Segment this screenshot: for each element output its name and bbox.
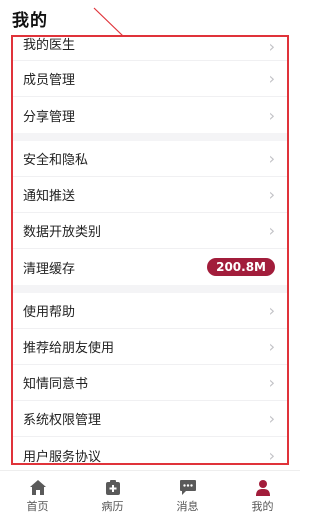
group-divider — [13, 285, 287, 293]
tab-home[interactable]: 首页 — [0, 478, 75, 514]
menu-item-label: 知情同意书 — [23, 377, 89, 392]
menu-item-share-management[interactable]: 分享管理 › — [13, 97, 287, 133]
menu-item-label: 用户服务协议 — [23, 449, 102, 465]
chevron-right-icon: › — [268, 185, 275, 204]
menu-item-label: 清理缓存 — [23, 261, 76, 277]
tab-messages[interactable]: 消息 — [150, 478, 225, 514]
chevron-right-icon: › — [268, 149, 275, 168]
menu-item-system-permissions[interactable]: 系统权限管理 › — [13, 401, 287, 437]
tab-label: 病历 — [101, 500, 124, 513]
tab-label: 我的 — [251, 500, 274, 513]
menu-item-my-doctor[interactable]: 我的医生 › — [13, 37, 287, 61]
menu-item-label: 通知推送 — [23, 189, 76, 204]
menu-group-help: 使用帮助 › 推荐给朋友使用 › 知情同意书 › 系统权限管理 › 用户服务协议… — [13, 293, 287, 465]
chevron-right-icon: › — [268, 221, 275, 240]
cache-size-badge: 200.8M — [207, 258, 275, 276]
chevron-right-icon: › — [268, 409, 275, 428]
home-icon — [29, 478, 47, 496]
tab-label: 消息 — [176, 500, 199, 513]
bottom-tab-bar: 首页 病历 消息 我的 — [0, 470, 300, 521]
menu-item-label: 安全和隐私 — [23, 153, 89, 168]
chevron-right-icon: › — [268, 301, 275, 320]
menu-item-label: 使用帮助 — [23, 305, 76, 320]
menu-item-clear-cache[interactable]: 清理缓存 200.8M — [13, 249, 287, 285]
menu-item-user-agreement[interactable]: 用户服务协议 › — [13, 437, 287, 465]
menu-item-label: 数据开放类别 — [23, 225, 102, 240]
menu-item-label: 成员管理 — [23, 73, 76, 88]
menu-item-label: 系统权限管理 — [23, 413, 102, 428]
message-icon — [179, 478, 197, 496]
tab-label: 首页 — [26, 500, 49, 513]
chevron-right-icon: › — [268, 373, 275, 392]
medical-record-icon — [105, 478, 121, 496]
tab-mine[interactable]: 我的 — [225, 478, 300, 514]
menu-item-help[interactable]: 使用帮助 › — [13, 293, 287, 329]
menu-item-label: 推荐给朋友使用 — [23, 341, 115, 356]
menu-item-informed-consent[interactable]: 知情同意书 › — [13, 365, 287, 401]
menu-item-recommend-friends[interactable]: 推荐给朋友使用 › — [13, 329, 287, 365]
chevron-right-icon: › — [268, 337, 275, 356]
menu-item-member-management[interactable]: 成员管理 › — [13, 61, 287, 97]
chevron-right-icon: › — [268, 445, 275, 465]
menu-item-data-open-categories[interactable]: 数据开放类别 › — [13, 213, 287, 249]
menu-group-privacy: 安全和隐私 › 通知推送 › 数据开放类别 › 清理缓存 200.8M — [13, 141, 287, 285]
tab-medical-record[interactable]: 病历 — [75, 478, 150, 514]
group-divider — [13, 133, 287, 141]
chevron-right-icon: › — [268, 69, 275, 88]
menu-item-label: 我的医生 — [23, 38, 76, 53]
settings-menu-highlight-frame: 我的医生 › 成员管理 › 分享管理 › 安全和隐私 › 通知推送 › 数据开放… — [11, 35, 289, 465]
menu-item-security-privacy[interactable]: 安全和隐私 › — [13, 141, 287, 177]
chevron-right-icon: › — [268, 105, 275, 125]
chevron-right-icon: › — [268, 37, 275, 56]
menu-group-account: 我的医生 › 成员管理 › 分享管理 › — [13, 37, 287, 133]
person-icon — [255, 478, 271, 496]
menu-item-notification-push[interactable]: 通知推送 › — [13, 177, 287, 213]
menu-item-label: 分享管理 — [23, 109, 76, 125]
